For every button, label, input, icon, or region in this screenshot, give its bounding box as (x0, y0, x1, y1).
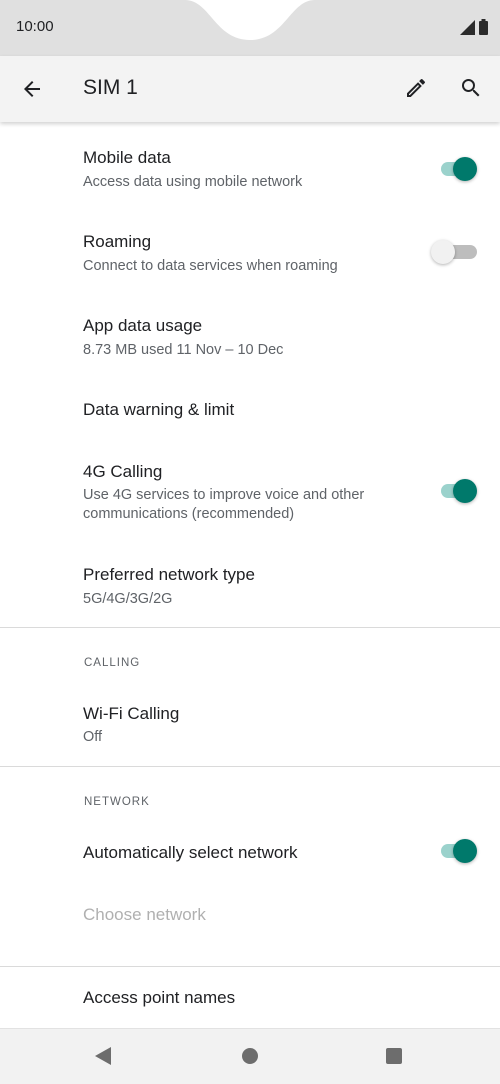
network-section-header: NETWORK (84, 796, 150, 808)
wifi-calling-row[interactable]: Wi-Fi Calling Off (0, 683, 500, 765)
roaming-summary: Connect to data services when roaming (83, 258, 338, 274)
divider (0, 766, 500, 767)
choose-network-title: Choose network (83, 905, 206, 924)
back-arrow-icon[interactable] (20, 77, 44, 101)
toggle-thumb (453, 839, 477, 863)
choose-network-row: Choose network (0, 884, 500, 944)
wifi-calling-title: Wi-Fi Calling (83, 704, 180, 723)
page-title: SIM 1 (83, 76, 138, 99)
calling-section-header: CALLING (84, 657, 141, 669)
divider (0, 627, 500, 628)
4g-calling-toggle[interactable] (439, 479, 479, 503)
nav-home-icon[interactable] (242, 1048, 258, 1064)
mobile-data-summary: Access data using mobile network (83, 174, 303, 190)
4g-calling-title: 4G Calling (83, 462, 163, 481)
data-warning-title: Data warning & limit (83, 400, 235, 419)
preferred-network-row[interactable]: Preferred network type 5G/4G/3G/2G (0, 545, 500, 627)
auto-select-network-title: Automatically select network (83, 843, 298, 862)
toggle-thumb (453, 157, 477, 181)
wifi-calling-summary: Off (83, 729, 103, 745)
preferred-network-title: Preferred network type (83, 565, 255, 584)
mobile-data-row[interactable]: Mobile data Access data using mobile net… (0, 128, 500, 212)
auto-select-network-row[interactable]: Automatically select network (0, 822, 500, 884)
data-warning-row[interactable]: Data warning & limit (0, 380, 500, 440)
toggle-thumb (453, 479, 477, 503)
signal-icon (460, 20, 475, 35)
access-point-names-row[interactable]: Access point names (0, 967, 500, 1027)
roaming-toggle[interactable] (431, 240, 479, 264)
app-bar: SIM 1 (0, 56, 500, 122)
battery-icon (479, 19, 488, 35)
preferred-network-summary: 5G/4G/3G/2G (83, 591, 173, 607)
4g-calling-summary: Use 4G services to improve voice and oth… (83, 487, 365, 522)
nav-back-icon[interactable] (95, 1047, 111, 1065)
mobile-data-title: Mobile data (83, 148, 171, 167)
roaming-row[interactable]: Roaming Connect to data services when ro… (0, 212, 500, 296)
nav-recents-icon[interactable] (386, 1048, 402, 1064)
display-notch (185, 0, 315, 40)
navigation-bar (0, 1028, 500, 1084)
edit-pencil-icon[interactable] (404, 76, 428, 100)
search-icon[interactable] (459, 76, 483, 100)
access-point-names-title: Access point names (83, 988, 236, 1007)
status-icons (460, 19, 488, 35)
status-bar: 10:00 (0, 0, 500, 56)
roaming-title: Roaming (83, 232, 152, 251)
mobile-data-toggle[interactable] (439, 157, 479, 181)
toggle-thumb (431, 240, 455, 264)
app-data-usage-row[interactable]: App data usage 8.73 MB used 11 Nov – 10 … (0, 296, 500, 380)
4g-calling-row[interactable]: 4G Calling Use 4G services to improve vo… (0, 441, 500, 547)
status-time: 10:00 (16, 18, 54, 35)
auto-select-network-toggle[interactable] (439, 839, 479, 863)
app-data-usage-title: App data usage (83, 316, 203, 335)
app-data-usage-summary: 8.73 MB used 11 Nov – 10 Dec (83, 342, 284, 358)
